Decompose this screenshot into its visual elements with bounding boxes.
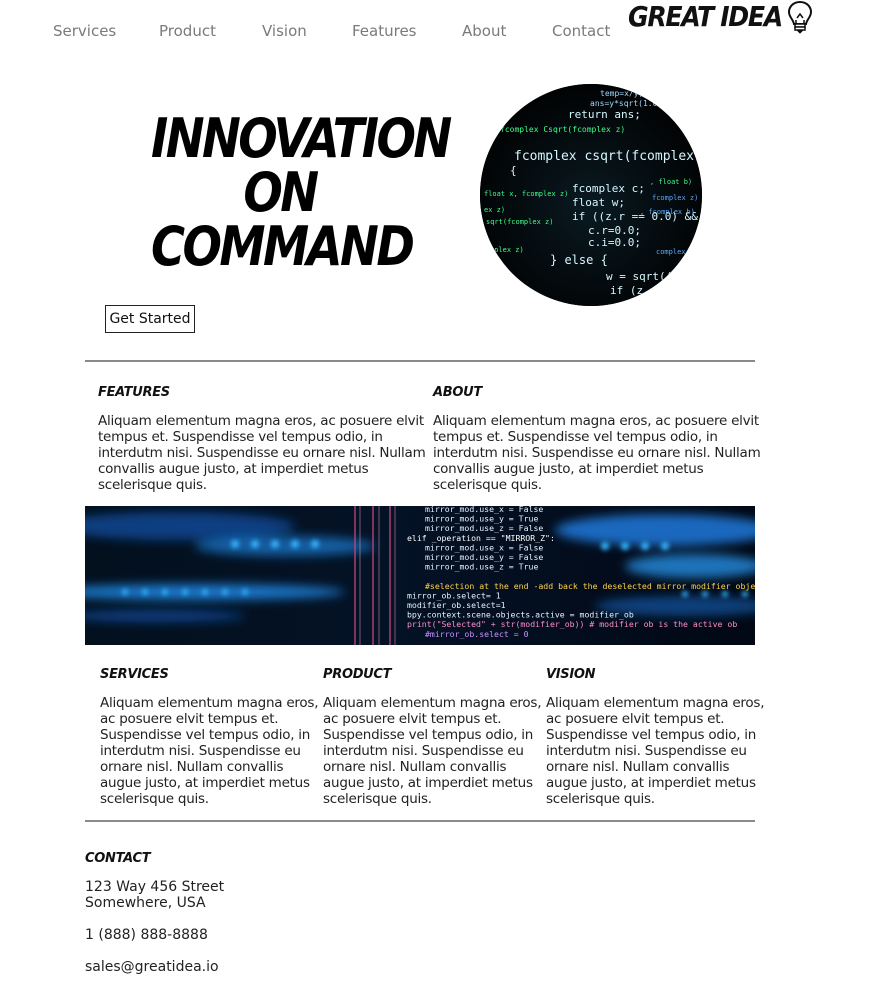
contact-phone[interactable]: 1 (888) 888-8888	[85, 927, 208, 943]
banner-code-line: modifier_ob.select=1	[407, 600, 506, 610]
nav-link-product[interactable]: Product	[159, 22, 216, 40]
svg-text:} else {: } else {	[550, 253, 608, 267]
hero-code-image: temp=x/y; ans=y*sqrt(1.0+temp*temp); ret…	[480, 84, 702, 306]
nav-link-vision[interactable]: Vision	[262, 22, 307, 40]
svg-text:w = sqrt((sqrt(z.r*z.r: w = sqrt((sqrt(z.r*z.r	[606, 270, 702, 283]
divider	[85, 820, 755, 822]
vision-heading: VISION	[546, 667, 596, 682]
banner-code-line: bpy.context.scene.objects.active = modif…	[407, 610, 634, 620]
banner-code-line: mirror_ob.select= 1	[407, 590, 501, 600]
get-started-button[interactable]: Get Started	[105, 305, 195, 333]
vision-body: Aliquam elementum magna eros, ac posuere…	[546, 695, 765, 807]
product-body: Aliquam elementum magna eros, ac posuere…	[323, 695, 542, 807]
svg-text:c.i=0.0;: c.i=0.0;	[588, 236, 641, 249]
contact-email[interactable]: sales@greatidea.io	[85, 959, 219, 975]
contact-heading: CONTACT	[85, 851, 151, 866]
nav-link-services[interactable]: Services	[53, 22, 116, 40]
svg-text:sqrt(fcomplex z): sqrt(fcomplex z)	[486, 218, 553, 226]
logo[interactable]: GREAT IDEA	[628, 0, 813, 36]
product-heading: PRODUCT	[323, 667, 392, 682]
banner-code-line: mirror_mod.use_x = False	[425, 542, 543, 552]
nav-link-features[interactable]: Features	[352, 22, 417, 40]
logo-text: GREAT IDEA	[628, 0, 783, 33]
svg-text:complex z): complex z)	[656, 248, 698, 256]
contact-address-line-1: 123 Way 456 Street	[85, 879, 225, 895]
svg-text:float x, fcomplex z): float x, fcomplex z)	[484, 190, 568, 198]
svg-text:, fcomplex b): , fcomplex b)	[640, 208, 695, 216]
banner-code-line: mirror_mod.use_y = True	[425, 514, 538, 524]
features-body: Aliquam elementum magna eros, ac posuere…	[98, 413, 426, 493]
banner-code-line: mirror_mod.use_y = False	[425, 552, 543, 562]
main-nav: Services Product Vision Features About C…	[0, 22, 630, 42]
svg-text:fcomplex csqrt(fcomplex z): fcomplex csqrt(fcomplex z)	[514, 149, 702, 164]
banner-code-line: mirror_mod.use_z = True	[425, 562, 538, 572]
svg-text:, float b): , float b)	[650, 178, 692, 186]
svg-text:return ans;: return ans;	[568, 108, 641, 121]
code-banner-image: mirror_mod.use_x = False mirror_mod.use_y…	[85, 506, 755, 645]
svg-text:fcomplex c;: fcomplex c;	[572, 182, 645, 195]
about-body: Aliquam elementum magna eros, ac posuere…	[433, 413, 761, 493]
svg-text:if (z.r >= 0.0) {: if (z.r >= 0.0) {	[610, 284, 702, 297]
svg-text:temp=x/y;: temp=x/y;	[600, 89, 643, 98]
services-heading: SERVICES	[100, 667, 169, 682]
contact-address-line-2: Somewhere, USA	[85, 895, 206, 911]
svg-text:{: {	[510, 164, 517, 177]
nav-link-contact[interactable]: Contact	[552, 22, 610, 40]
svg-text:fcomplex Csqrt(fcomplex z): fcomplex Csqrt(fcomplex z)	[500, 125, 625, 134]
hero-title-line-3: COMMAND	[151, 215, 415, 278]
features-heading: FEATURES	[98, 385, 170, 400]
svg-text:ex z): ex z)	[484, 206, 505, 214]
hero-title-line-2: ON	[243, 161, 319, 224]
svg-text:fcomplex z): fcomplex z)	[652, 194, 698, 202]
banner-code-line: print("Selected" + str(modifier_ob)) # m…	[407, 619, 737, 629]
svg-text:mplex z): mplex z)	[490, 246, 524, 254]
hero-title: INNOVATION ON COMMAND	[130, 107, 452, 278]
lightbulb-icon	[787, 0, 813, 34]
banner-code-line: #mirror_ob.select = 0	[425, 629, 529, 639]
about-heading: ABOUT	[433, 385, 482, 400]
banner-code-line: elif _operation == "MIRROR_Z":	[407, 533, 555, 543]
nav-link-about[interactable]: About	[462, 22, 506, 40]
banner-code-line: #selection at the end -add back the dese…	[425, 581, 755, 591]
divider	[85, 360, 755, 362]
services-body: Aliquam elementum magna eros, ac posuere…	[100, 695, 319, 807]
svg-text:ans=y*sqrt(1.0+temp*temp);: ans=y*sqrt(1.0+temp*temp);	[590, 99, 702, 108]
hero-title-line-1: INNOVATION	[151, 107, 452, 170]
svg-text:float w;: float w;	[572, 196, 625, 209]
banner-code-line: mirror_mod.use_z = False	[425, 523, 543, 533]
